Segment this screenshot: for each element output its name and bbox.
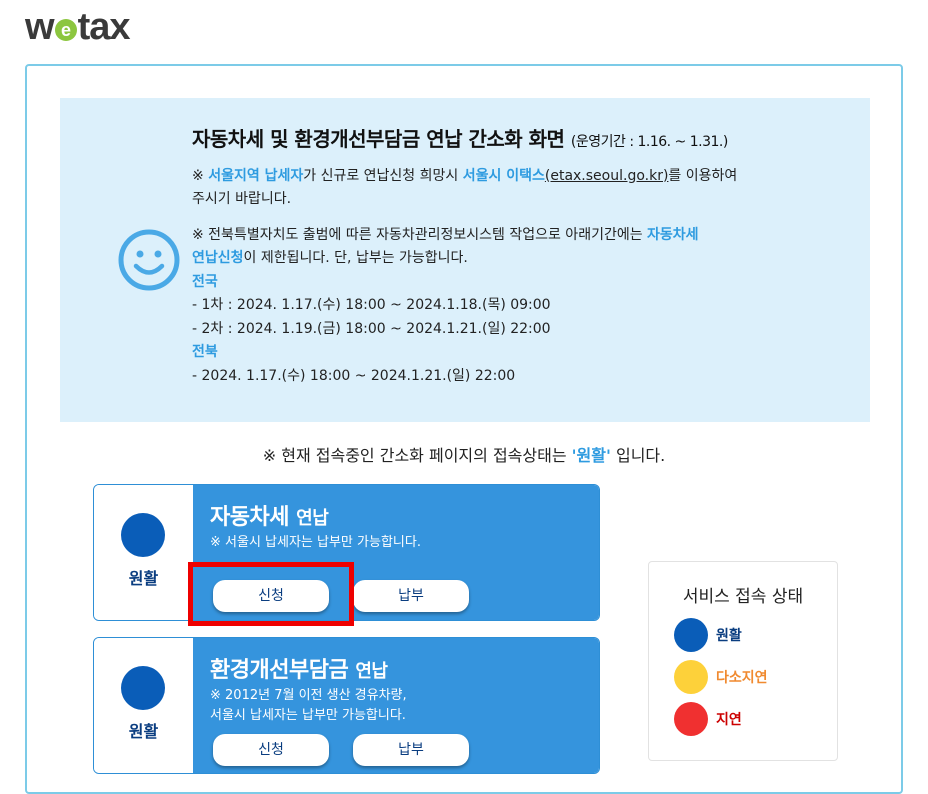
env-charge-title-suffix: 연납 <box>355 661 388 682</box>
notice-title-text: 자동차세 및 환경개선부담금 연납 간소화 화면 <box>192 127 565 151</box>
notice-title: 자동차세 및 환경개선부담금 연납 간소화 화면 (운영기간 : 1.16. ~… <box>192 127 832 155</box>
notice-text: 자동차세 및 환경개선부담금 연납 간소화 화면 (운영기간 : 1.16. ~… <box>192 127 832 388</box>
smile-icon <box>118 229 180 291</box>
status-dot-icon <box>121 666 165 710</box>
env-charge-title-text: 환경개선부담금 <box>210 658 349 683</box>
legend-label-slight-delay: 다소지연 <box>716 670 768 686</box>
status-line-value: '원활' <box>571 446 611 465</box>
env-charge-status-label: 원활 <box>128 722 159 741</box>
region-jeonbuk: 전북 <box>192 344 218 360</box>
car-tax-status-panel: 원활 <box>94 485 193 620</box>
legend-label-delay: 지연 <box>716 712 742 728</box>
schedule-item-2: - 2차 : 2024. 1.19.(금) 18:00 ~ 2024.1.21.… <box>192 320 551 337</box>
schedule-item-1: - 1차 : 2024. 1.17.(수) 18:00 ~ 2024.1.18.… <box>192 297 551 313</box>
etax-url-link[interactable]: (etax.seoul.go.kr) <box>545 168 669 184</box>
notice-line-1: ※ 서울지역 납세자가 신규로 연납신청 희망시 서울시 이택스(etax.se… <box>192 165 832 189</box>
legend-label-smooth: 원활 <box>716 628 742 644</box>
env-charge-status-panel: 원활 <box>94 638 193 773</box>
notice-line1-mid: 가 신규로 연납신청 희망시 <box>303 167 463 184</box>
car-tax-note: ※ 서울시 납세자는 납부만 가능합니다. <box>210 535 421 550</box>
service-status-legend: 서비스 접속 상태 원활 다소지연 지연 <box>648 561 838 761</box>
slight-delay-status-icon <box>674 660 708 694</box>
car-tax-pay-button[interactable]: 납부 <box>353 580 469 612</box>
notice-line2-text: ※ 전북특별자치도 출범에 따른 자동차관리정보시스템 작업으로 아래기간에는 <box>192 226 648 243</box>
logo-text-tax: tax <box>77 6 131 48</box>
notice-line-2: ※ 전북특별자치도 출범에 따른 자동차관리정보시스템 작업으로 아래기간에는 … <box>192 224 832 248</box>
notice-line-1-cont: 주시기 바랍니다. <box>192 191 292 207</box>
notice-line1-prefix: ※ <box>192 167 209 184</box>
car-tax-title: 자동차세 연납 <box>210 499 329 531</box>
schedule-item-3: - 2024. 1.17.(수) 18:00 ~ 2024.1.21.(일) 2… <box>192 367 516 384</box>
env-charge-note-1: ※ 2012년 7월 이전 생산 경유차량, <box>210 688 407 703</box>
apply-button-highlight <box>188 562 354 626</box>
smooth-status-icon <box>674 618 708 652</box>
env-charge-note-2: 서울시 납세자는 납부만 가능합니다. <box>210 708 406 723</box>
env-charge-title: 환경개선부담금 연납 <box>210 652 388 684</box>
logo-text-w: w <box>25 6 55 48</box>
notice-line2-suffix: 이 제한됩니다. 단, 납부는 가능합니다. <box>243 250 468 266</box>
wetax-logo[interactable]: w e tax <box>25 6 131 49</box>
env-charge-card: 원활 환경개선부담금 연납 ※ 2012년 7월 이전 생산 경유차량, 서울시… <box>93 637 600 774</box>
env-charge-pay-button[interactable]: 납부 <box>353 734 469 766</box>
notice-line2-highlight2: 연납신청 <box>192 250 244 266</box>
notice-line1-suffix: 를 이용하여 <box>668 167 738 184</box>
notice-line-2-cont: 연납신청이 제한됩니다. 단, 납부는 가능합니다. <box>192 247 832 271</box>
notice-line1-region: 서울지역 납세자 <box>208 167 304 184</box>
notice-period: (운영기간 : 1.16. ~ 1.31.) <box>570 134 728 150</box>
car-tax-title-text: 자동차세 <box>210 505 289 530</box>
car-tax-status-label: 원활 <box>128 569 159 588</box>
connection-status-line: ※ 현재 접속중인 간소화 페이지의 접속상태는 '원활' 입니다. <box>0 442 928 466</box>
etax-site-link[interactable]: 서울시 이택스 <box>463 168 545 184</box>
status-line-prefix: ※ 현재 접속중인 간소화 페이지의 접속상태는 <box>262 446 572 465</box>
notice-line2-highlight: 자동차세 <box>647 226 699 243</box>
legend-title: 서비스 접속 상태 <box>682 587 804 607</box>
env-charge-apply-button[interactable]: 신청 <box>213 734 329 766</box>
logo-e-mark: e <box>54 19 77 41</box>
region-nationwide: 전국 <box>192 273 218 290</box>
delay-status-icon <box>674 702 708 736</box>
car-tax-title-suffix: 연납 <box>296 508 329 529</box>
status-dot-icon <box>121 513 165 557</box>
status-line-suffix: 입니다. <box>610 446 666 465</box>
